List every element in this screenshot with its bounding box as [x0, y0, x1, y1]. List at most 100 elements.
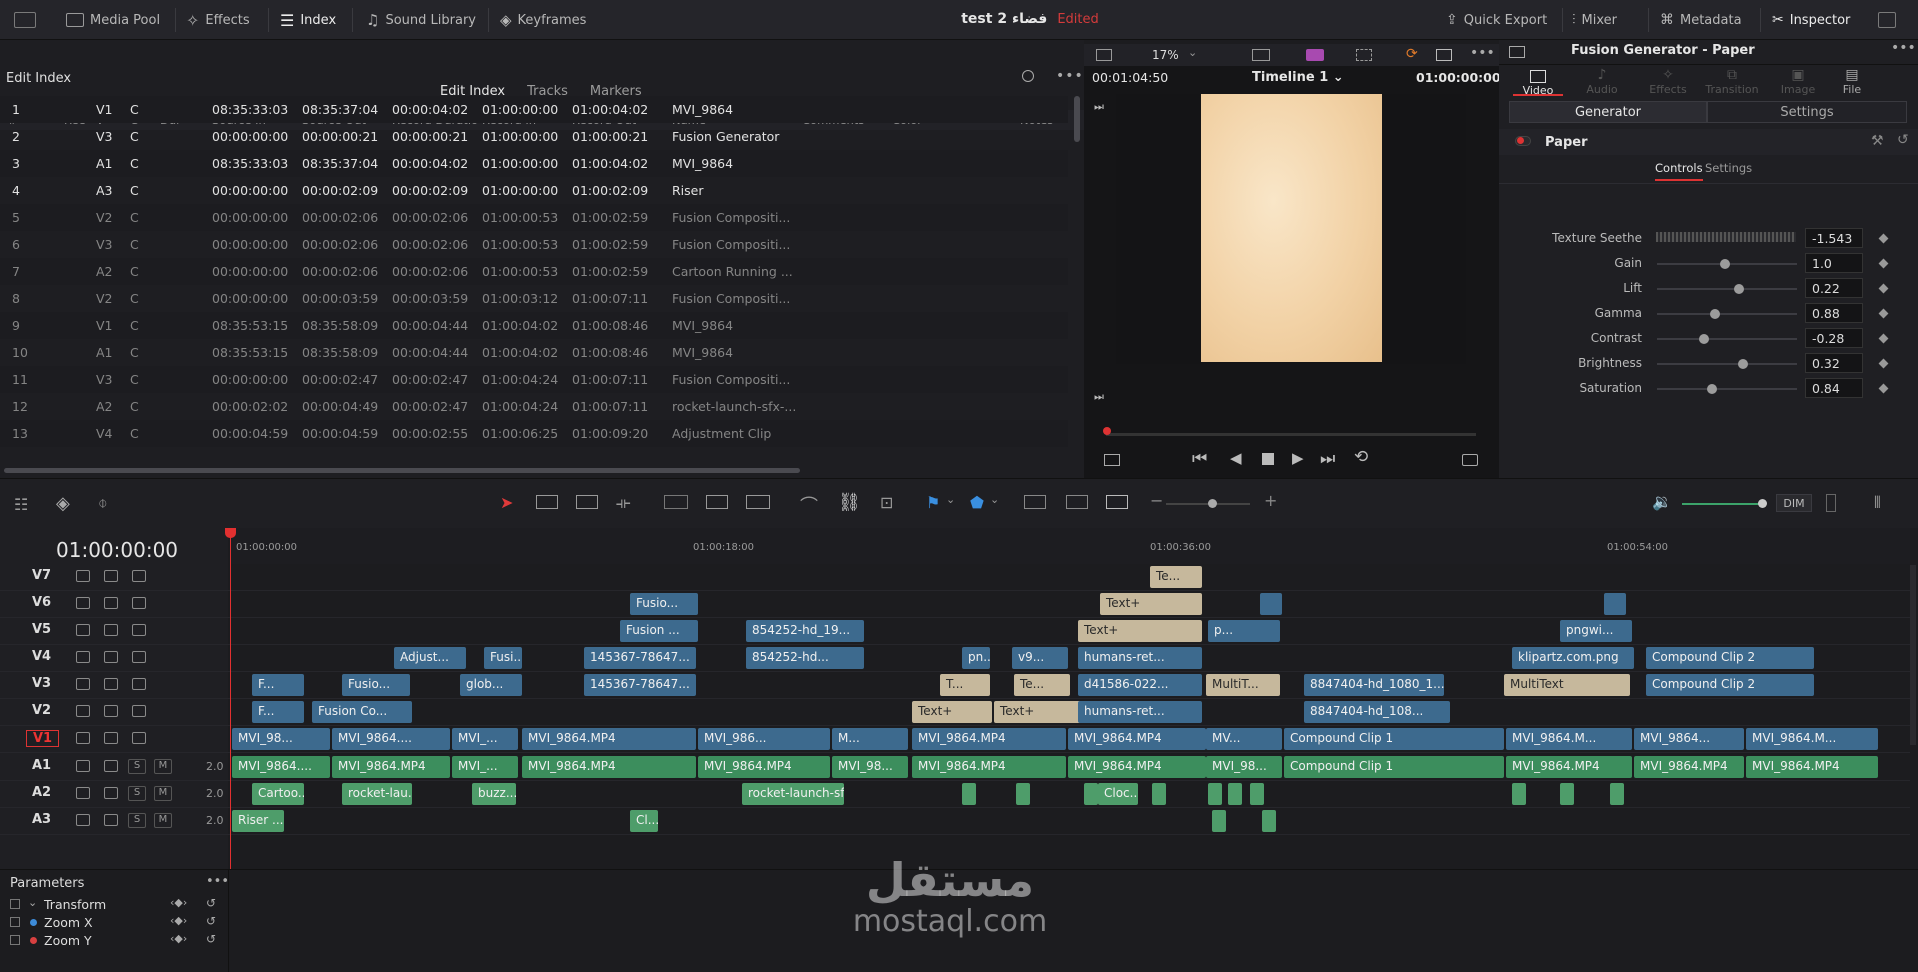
clip-v4[interactable]: 854252-hd... [746, 647, 864, 669]
disable-track-icon[interactable] [132, 705, 146, 717]
keyframe-nav-icon[interactable]: ‹◆› [170, 896, 187, 909]
play-reverse-icon[interactable]: ◀ [1230, 449, 1242, 467]
table-row[interactable]: 7 A2 C 00:00:00:00 00:00:02:06 00:00:02:06 01:… [0, 258, 1068, 285]
lock-icon[interactable] [10, 899, 20, 909]
param-value-field[interactable]: 0.32 [1805, 353, 1863, 373]
param-slider-knob[interactable] [1720, 259, 1730, 269]
clip-a1[interactable]: MVI_98... [1206, 756, 1282, 778]
auto-select-icon[interactable] [104, 570, 118, 582]
dynamic-trim-icon[interactable] [576, 495, 598, 509]
clip-v1[interactable]: MV... [1206, 728, 1282, 750]
clip-v3[interactable]: MultiText [1504, 674, 1630, 696]
clip-v6[interactable] [1604, 593, 1626, 615]
clip-a1[interactable]: MVI_9864.MP4 [1746, 756, 1878, 778]
zoom-slider-knob[interactable] [1208, 499, 1217, 508]
texture-seethe-track[interactable] [1656, 232, 1796, 242]
ctrl-tab-controls[interactable]: Controls [1655, 161, 1703, 181]
parameter-row[interactable]: ⌄ Transform ‹◆› ↺ [10, 896, 220, 914]
zoom-detail-icon[interactable] [1066, 495, 1088, 509]
clip-a1[interactable]: MVI_9864.... [232, 756, 330, 778]
clip-v5[interactable]: 854252-hd_19... [746, 620, 864, 642]
subtab-generator[interactable]: Generator [1509, 101, 1707, 123]
clip-v3[interactable]: Compound Clip 2 [1646, 674, 1814, 696]
disable-track-icon[interactable] [132, 570, 146, 582]
crop-icon[interactable] [1104, 454, 1120, 466]
reset-icon[interactable]: ↺ [1897, 132, 1909, 148]
safe-area-icon[interactable] [1252, 49, 1270, 61]
clip-v1[interactable]: MVI_9864... [1634, 728, 1744, 750]
mute-button[interactable]: M [154, 813, 172, 828]
table-row[interactable]: 8 V2 C 00:00:00:00 00:00:03:59 00:00:03:59 01:… [0, 285, 1068, 312]
table-row[interactable]: 2 V3 C 00:00:00:00 00:00:00:21 00:00:00:21 01:… [0, 123, 1068, 150]
audio-clip-fragment[interactable] [1212, 810, 1226, 832]
marker-icon[interactable]: ⬟ [970, 493, 984, 512]
clip-v1[interactable]: M... [832, 728, 908, 750]
audio-clip-fragment[interactable] [1016, 783, 1030, 805]
clip-v6[interactable]: Fusio... [630, 593, 698, 615]
table-row[interactable]: 6 V3 C 00:00:00:00 00:00:02:06 00:00:02:06 01:… [0, 231, 1068, 258]
table-row[interactable]: 12 A2 C 00:00:02:02 00:00:04:49 00:00:02:47 01… [0, 393, 1068, 420]
clip-a1[interactable]: MVI_9864.MP4 [912, 756, 1066, 778]
clip-a2[interactable]: buzz... [472, 783, 516, 805]
stop-icon[interactable] [1262, 453, 1274, 465]
split-view-icon[interactable] [1436, 49, 1452, 61]
clip-v2[interactable]: 8847404-hd_108... [1304, 701, 1450, 723]
audio-clip-fragment[interactable] [1262, 810, 1276, 832]
clip-v6[interactable] [1260, 593, 1282, 615]
keyframes-button[interactable]: ◈ Keyframes [500, 11, 586, 29]
clip-v4[interactable]: v9... [1012, 647, 1068, 669]
replace-clip-icon[interactable] [746, 495, 770, 509]
clip-a2[interactable]: rocket-launch-sf... [742, 783, 844, 805]
param-value-field[interactable]: -1.543 [1805, 228, 1863, 248]
param-slider-track[interactable] [1657, 363, 1797, 365]
solo-button[interactable]: S [128, 813, 146, 828]
clip-v3[interactable]: MultiT... [1206, 674, 1280, 696]
clip-v3[interactable]: Fusio... [342, 674, 410, 696]
playhead-handle[interactable] [225, 528, 236, 538]
table-row[interactable]: 4 A3 C 00:00:00:00 00:00:02:09 00:00:02:09 01:… [0, 177, 1068, 204]
lock-icon[interactable] [10, 935, 20, 945]
clip-v4[interactable]: Compound Clip 2 [1646, 647, 1814, 669]
clip-a3[interactable]: Riser .... [232, 810, 284, 832]
clip-a1[interactable]: MVI_98... [832, 756, 908, 778]
table-row[interactable]: 9 V1 C 08:35:53:15 08:35:58:09 00:00:04:44 01:… [0, 312, 1068, 339]
table-vertical-scrollbar[interactable] [1074, 96, 1080, 142]
clip-a1[interactable]: MVI_9864.MP4 [1634, 756, 1744, 778]
parameter-row[interactable]: Zoom X ‹◆› ↺ [10, 914, 220, 932]
clip-v2[interactable]: Text+ [912, 701, 992, 723]
clip-a1[interactable]: MVI_9864.MP4 [1506, 756, 1632, 778]
table-row[interactable]: 10 A1 C 08:35:53:15 08:35:58:09 00:00:04:44 01… [0, 339, 1068, 366]
clip-a1[interactable]: MVI_... [452, 756, 518, 778]
lock-track-icon[interactable] [76, 814, 90, 826]
timeline-playhead[interactable] [230, 528, 231, 869]
subtab-settings[interactable]: Settings [1707, 101, 1907, 123]
zoom-in-icon[interactable]: + [1264, 491, 1277, 510]
trim-tool-icon[interactable] [536, 495, 558, 509]
param-slider-knob[interactable] [1707, 384, 1718, 394]
param-slider-knob[interactable] [1699, 334, 1709, 344]
clip-v2[interactable]: humans-ret... [1078, 701, 1202, 723]
volume-slider-track[interactable] [1682, 503, 1764, 505]
param-value-field[interactable]: 0.88 [1805, 303, 1863, 323]
clip-v1[interactable]: MVI_9864.MP4 [522, 728, 696, 750]
more-options-icon[interactable]: ••• [1056, 68, 1084, 84]
clip-v6[interactable]: Text+ [1100, 593, 1202, 615]
viewer-more-icon[interactable]: ••• [1470, 45, 1495, 61]
audio-clip-fragment[interactable] [1208, 783, 1222, 805]
sound-library-button[interactable]: ♫ Sound Library [366, 11, 476, 29]
scrubber-playhead[interactable] [1103, 427, 1111, 435]
tab-video[interactable]: Video [1513, 68, 1563, 97]
chevron-down-icon[interactable]: ⌄ [1188, 46, 1197, 59]
proxy-icon[interactable] [1306, 49, 1324, 61]
mixer-toggle-icon[interactable]: ⫴ [1874, 493, 1881, 513]
blade-tool-icon[interactable]: ⟛ [616, 493, 631, 513]
clip-v3[interactable]: F... [252, 674, 304, 696]
timeline-ruler[interactable]: 01:00:00:00 01:00:18:00 01:00:36:00 01:0… [230, 528, 1910, 564]
position-lock-icon[interactable]: ⊡ [880, 493, 893, 512]
lock-track-icon[interactable] [76, 570, 90, 582]
clip-v3[interactable]: d41586-022... [1078, 674, 1202, 696]
layout-icon[interactable] [1096, 49, 1112, 61]
parameter-row[interactable]: Zoom Y ‹◆› ↺ [10, 932, 220, 950]
flag-icon[interactable]: ⚑ [926, 493, 940, 512]
param-slider-knob[interactable] [1738, 359, 1749, 369]
